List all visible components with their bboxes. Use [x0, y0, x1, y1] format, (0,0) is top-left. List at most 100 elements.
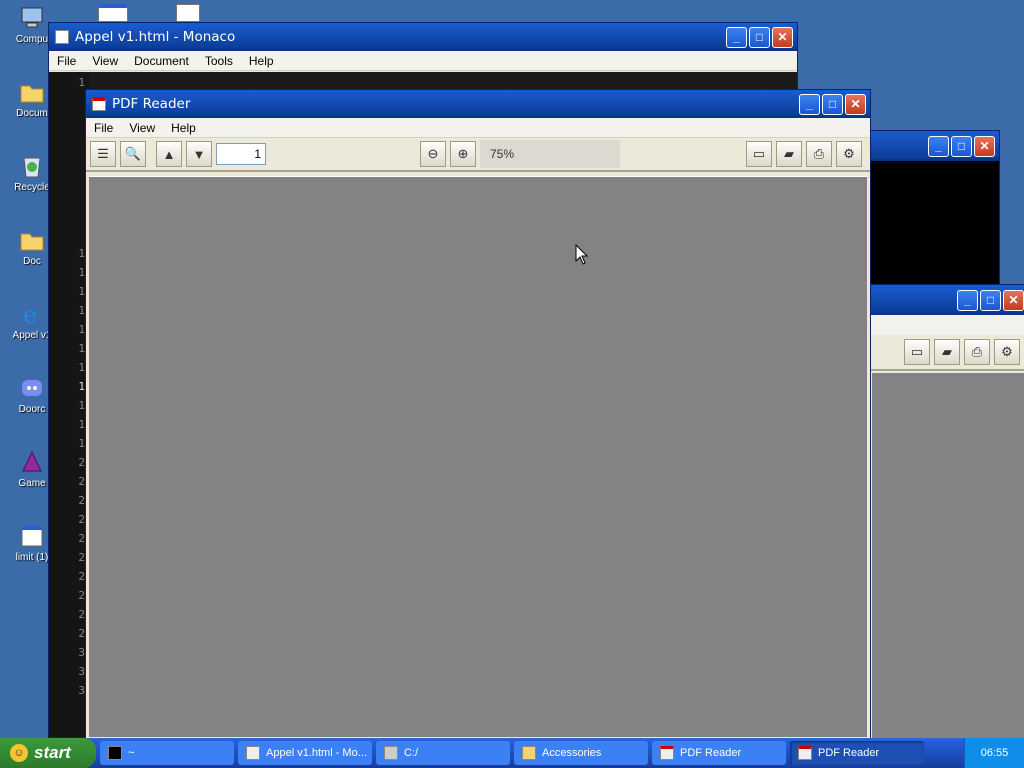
- clock[interactable]: 06:55: [981, 747, 1009, 759]
- monaco-titlebar[interactable]: Appel v1.html - Monaco _ □ ✕: [49, 23, 797, 51]
- folder-icon: [522, 746, 536, 760]
- taskbar-item-pdf-reader[interactable]: PDF Reader: [652, 741, 786, 765]
- maximize-button[interactable]: □: [749, 26, 770, 48]
- pdf-document-area[interactable]: [89, 176, 867, 737]
- pdf-icon: [92, 97, 106, 111]
- line-number: 1: [78, 418, 85, 431]
- app-icon: [55, 30, 69, 44]
- menu-help[interactable]: Help: [163, 121, 204, 135]
- line-number: 1: [78, 266, 85, 279]
- close-button[interactable]: ✕: [772, 26, 793, 48]
- zoom-out-icon[interactable]: ⊖: [420, 141, 446, 167]
- find-icon[interactable]: 🔍: [120, 141, 146, 167]
- system-tray: 06:55: [964, 738, 1024, 768]
- background-pdf-window[interactable]: _ □ ✕ ▭ ▰ ⎙ ⚙: [868, 284, 1024, 744]
- line-number: 1: [78, 399, 85, 412]
- minimize-button[interactable]: _: [799, 93, 820, 115]
- taskbar: ☺ start ~ Appel v1.html - Mo... C:/ Acce…: [0, 738, 1024, 768]
- close-button[interactable]: ✕: [845, 93, 866, 115]
- pdf-icon: [660, 746, 674, 760]
- page-number-field[interactable]: 1: [216, 143, 266, 165]
- menu-document[interactable]: Document: [126, 54, 197, 68]
- menu-help[interactable]: Help: [241, 54, 282, 68]
- maximize-button[interactable]: □: [980, 289, 1001, 311]
- line-number: 1: [78, 361, 85, 374]
- settings-icon[interactable]: ⚙: [836, 141, 862, 167]
- pdf-menubar: File View Help: [86, 118, 870, 138]
- internet-explorer-icon: e: [18, 300, 46, 328]
- menu-file[interactable]: File: [49, 54, 84, 68]
- taskbar-item-pdf-reader-active[interactable]: PDF Reader: [790, 741, 924, 765]
- print-icon[interactable]: ⎙: [806, 141, 832, 167]
- window-title: PDF Reader: [112, 96, 191, 112]
- taskbar-item-monaco[interactable]: Appel v1.html - Mo...: [238, 741, 372, 765]
- taskbar-item-label: PDF Reader: [818, 747, 880, 759]
- pdf-icon: [798, 746, 812, 760]
- line-number: 2: [78, 532, 85, 545]
- comment-icon[interactable]: ▭: [746, 141, 772, 167]
- menu-view[interactable]: View: [84, 54, 126, 68]
- line-number: 1: [78, 323, 85, 336]
- maximize-button[interactable]: □: [951, 135, 972, 157]
- game-icon: [18, 448, 46, 476]
- close-button[interactable]: ✕: [974, 135, 995, 157]
- menu-view[interactable]: View: [121, 121, 163, 135]
- line-number: 1: [78, 342, 85, 355]
- window-title: Appel v1.html - Monaco: [75, 29, 236, 45]
- window-icon[interactable]: [98, 4, 128, 22]
- maximize-button[interactable]: □: [822, 93, 843, 115]
- line-number: 2: [78, 456, 85, 469]
- line-number: 2: [78, 475, 85, 488]
- close-button[interactable]: ✕: [1003, 289, 1024, 311]
- app-icon: [246, 746, 260, 760]
- background-window-dark[interactable]: _ □ ✕: [868, 130, 1000, 290]
- terminal-icon: [108, 746, 122, 760]
- print-icon[interactable]: ⎙: [964, 339, 990, 365]
- desktop: Compu Docum Recycle Doc e Appel v1 Doorc: [0, 0, 1024, 744]
- line-number: 2: [78, 494, 85, 507]
- taskbar-item-terminal[interactable]: ~: [100, 741, 234, 765]
- line-number: 1: [78, 247, 85, 260]
- window-icon: [18, 522, 46, 550]
- sidebar-toggle-icon[interactable]: ☰: [90, 141, 116, 167]
- drive-icon: [384, 746, 398, 760]
- open-folder-icon[interactable]: ▰: [934, 339, 960, 365]
- line-number: 2: [78, 551, 85, 564]
- minimize-button[interactable]: _: [928, 135, 949, 157]
- line-number: 3: [78, 684, 85, 697]
- document-icon[interactable]: [176, 4, 200, 22]
- start-logo-icon: ☺: [10, 744, 28, 762]
- start-button[interactable]: ☺ start: [0, 738, 96, 768]
- line-number: 1: [78, 76, 85, 89]
- line-number: 2: [78, 570, 85, 583]
- taskbar-item-accessories[interactable]: Accessories: [514, 741, 648, 765]
- pdf-titlebar[interactable]: PDF Reader _ □ ✕: [86, 90, 870, 118]
- recycle-bin-icon: [18, 152, 46, 180]
- menu-file[interactable]: File: [86, 121, 121, 135]
- mouse-cursor-icon: [575, 244, 589, 265]
- line-number: 2: [78, 627, 85, 640]
- folder-icon: [18, 78, 46, 106]
- settings-icon[interactable]: ⚙: [994, 339, 1020, 365]
- monaco-menubar: File View Document Tools Help: [49, 51, 797, 71]
- line-number: 3: [78, 665, 85, 678]
- taskbar-item-label: ~: [128, 747, 135, 759]
- line-number-gutter: 1 1 1 1 1 1 1 1 1 1 1 1 2 2 2 2 2 2 2 2: [49, 72, 89, 737]
- taskbar-item-drive[interactable]: C:/: [376, 741, 510, 765]
- pdf-reader-window[interactable]: PDF Reader _ □ ✕ File View Help ☰ 🔍 ▲ ▼ …: [85, 89, 871, 741]
- taskbar-item-label: PDF Reader: [680, 747, 742, 759]
- menu-tools[interactable]: Tools: [197, 54, 241, 68]
- line-number: 2: [78, 589, 85, 602]
- open-folder-icon[interactable]: ▰: [776, 141, 802, 167]
- comment-icon[interactable]: ▭: [904, 339, 930, 365]
- previous-page-icon[interactable]: ▲: [156, 141, 182, 167]
- next-page-icon[interactable]: ▼: [186, 141, 212, 167]
- minimize-button[interactable]: _: [957, 289, 978, 311]
- discord-icon: [18, 374, 46, 402]
- taskbar-item-label: Appel v1.html - Mo...: [266, 747, 367, 759]
- zoom-level[interactable]: 75%: [480, 140, 620, 168]
- minimize-button[interactable]: _: [726, 26, 747, 48]
- zoom-in-icon[interactable]: ⊕: [450, 141, 476, 167]
- folder-icon: [18, 226, 46, 254]
- svg-text:e: e: [23, 301, 37, 327]
